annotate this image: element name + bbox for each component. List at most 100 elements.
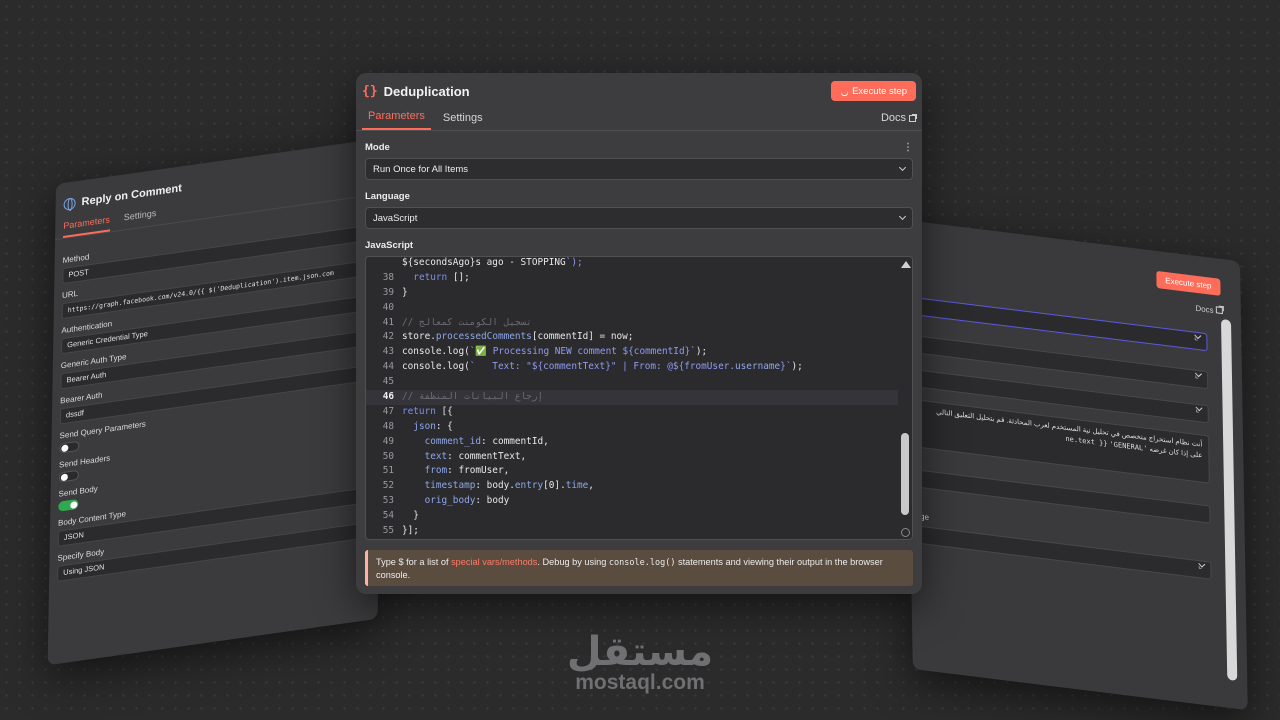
code-line[interactable]: 38 return [];	[366, 271, 898, 286]
watermark-arabic: مستقل	[566, 629, 714, 675]
deduplication-node-panel: {} Deduplication Execute step Parameters…	[356, 73, 922, 594]
code-braces-icon: {}	[362, 83, 378, 99]
send-query-parameters-toggle[interactable]	[59, 440, 80, 454]
send-headers-toggle[interactable]	[58, 469, 79, 483]
line-number: 45	[382, 376, 394, 388]
node-tabs: Parameters Settings Docs	[356, 107, 922, 131]
watermark-latin: mostaql.com	[575, 671, 705, 694]
code-line[interactable]: 48 json: {	[366, 420, 898, 435]
editor-scrollbar[interactable]	[899, 257, 912, 539]
code-line[interactable]: 50 text: commentText,	[366, 450, 898, 465]
right-scrollbar[interactable]	[1220, 318, 1238, 681]
line-number: 52	[382, 480, 394, 492]
code-line[interactable]: 42 store.processedComments[commentId] = n…	[366, 330, 898, 345]
line-number: 51	[382, 465, 394, 477]
tab-settings[interactable]: Settings	[437, 112, 489, 130]
mode-select[interactable]: Run Once for All Items	[365, 158, 913, 180]
code-line[interactable]: 54 }	[366, 509, 898, 524]
code-label: JavaScript	[365, 240, 414, 251]
language-select[interactable]: JavaScript	[365, 207, 913, 229]
mode-label: Mode	[365, 142, 390, 153]
code-line[interactable]: 45	[366, 375, 898, 390]
line-number: 41	[382, 316, 394, 328]
code-line[interactable]: 47 return [{	[366, 405, 898, 420]
left-node-panel: Reply on Comment Parameters Settings Met…	[47, 137, 386, 666]
line-number: 48	[382, 420, 394, 432]
scrollbar-thumb[interactable]	[901, 433, 909, 515]
code-lines: ${secondsAgo}s ago - STOPPING`); 38 retur…	[366, 257, 898, 539]
more-options-icon[interactable]: ⋮	[903, 142, 913, 153]
hint-mid: . Debug by using	[537, 557, 609, 567]
right-field-5[interactable]: ⌄	[920, 525, 1212, 580]
parameters-form: Mode ⋮ Run Once for All Items Language J…	[356, 142, 922, 540]
node-title-group: {} Deduplication	[362, 84, 470, 99]
code-line[interactable]: 43 console.log(`✅ Processing NEW comment …	[366, 345, 898, 360]
hint-code: console.log()	[608, 558, 676, 568]
code-line[interactable]: ${secondsAgo}s ago - STOPPING`);	[366, 257, 898, 271]
line-code: store.processedComments[commentId] = now…	[402, 331, 634, 343]
chevron-down-icon: ⌄	[1191, 370, 1204, 383]
code-line[interactable]: 53 orig_body: body	[366, 494, 898, 509]
line-number: 49	[382, 435, 394, 447]
chevron-down-icon	[898, 163, 907, 172]
line-code: return [{	[402, 405, 453, 417]
code-line[interactable]: 46 // إرجاع البيانات المنظفة	[366, 390, 898, 405]
line-number: 43	[382, 346, 394, 358]
line-code: }];	[402, 525, 419, 537]
line-code: // إرجاع البيانات المنظفة	[402, 391, 544, 403]
code-line[interactable]: 55}];	[366, 524, 898, 539]
node-title[interactable]: Deduplication	[384, 84, 470, 99]
code-line[interactable]: 41 // تسجيل الكومنت كمعالج	[366, 316, 898, 331]
language-label-row: Language	[365, 191, 913, 202]
line-number: 40	[382, 301, 394, 313]
line-number: 54	[382, 510, 394, 522]
right-execute-step-button[interactable]: Execute step	[1156, 270, 1221, 296]
line-code: }	[402, 286, 408, 298]
scroll-up-arrow-icon[interactable]	[901, 261, 911, 268]
prompt-text-arabic-2: إذا كان غرضه	[1149, 446, 1189, 458]
line-code: orig_body: body	[424, 495, 510, 507]
line-code: // تسجيل الكومنت كمعالج	[402, 316, 532, 328]
line-number	[366, 257, 394, 271]
line-number: 50	[382, 450, 394, 462]
line-number: 44	[382, 361, 394, 373]
flask-icon	[840, 87, 847, 95]
chevron-down-icon: ⌄	[1194, 560, 1208, 573]
special-vars-link[interactable]: special vars/methods	[451, 557, 537, 567]
mode-select-value: Run Once for All Items	[373, 163, 469, 175]
external-link-icon	[909, 113, 917, 122]
right-docs-link[interactable]: Docs	[1195, 304, 1223, 316]
code-line[interactable]: 39}	[366, 286, 898, 301]
code-line[interactable]: 44 console.log(` Text: "${commentText}" |…	[366, 360, 898, 375]
send-body-toggle[interactable]	[58, 498, 79, 512]
execute-step-button[interactable]: Execute step	[831, 81, 916, 101]
line-code: return [];	[413, 271, 470, 283]
docs-link[interactable]: Docs	[880, 112, 917, 124]
tab-parameters[interactable]: Parameters	[362, 110, 431, 130]
line-code: console.log(`✅ Processing NEW comment ${…	[402, 346, 708, 358]
code-label-row: JavaScript	[365, 240, 913, 251]
code-editor[interactable]: ${secondsAgo}s ago - STOPPING`); 38 retur…	[365, 256, 913, 540]
line-number: 42	[382, 331, 394, 343]
code-line[interactable]: 52 timestamp: body.entry[0].time,	[366, 479, 898, 494]
code-line[interactable]: 40	[366, 301, 898, 316]
code-line[interactable]: 51 from: fromUser,	[366, 464, 898, 479]
left-panel-body: Method POST URL https://graph.facebook.c…	[49, 194, 385, 593]
language-label: Language	[365, 191, 410, 202]
docs-label: Docs	[880, 112, 906, 124]
chevron-down-icon: ⌄	[1190, 332, 1204, 345]
node-header: {} Deduplication Execute step	[356, 75, 922, 107]
chevron-down-icon	[898, 212, 907, 221]
line-code: text: commentText,	[424, 450, 527, 462]
code-hint-notice: Type $ for a list of special vars/method…	[365, 550, 913, 586]
hint-prefix: Type $ for a list of	[376, 557, 452, 567]
right-execute-label: Execute step	[1165, 276, 1212, 291]
editor-resize-icon[interactable]	[901, 528, 910, 537]
code-line[interactable]: 49 comment_id: commentId,	[366, 435, 898, 450]
line-code: json: {	[413, 420, 453, 432]
prompt-code-fragment: 'GENERAL'	[1109, 440, 1148, 453]
language-select-value: JavaScript	[373, 212, 418, 224]
execute-step-label: Execute step	[852, 85, 907, 97]
